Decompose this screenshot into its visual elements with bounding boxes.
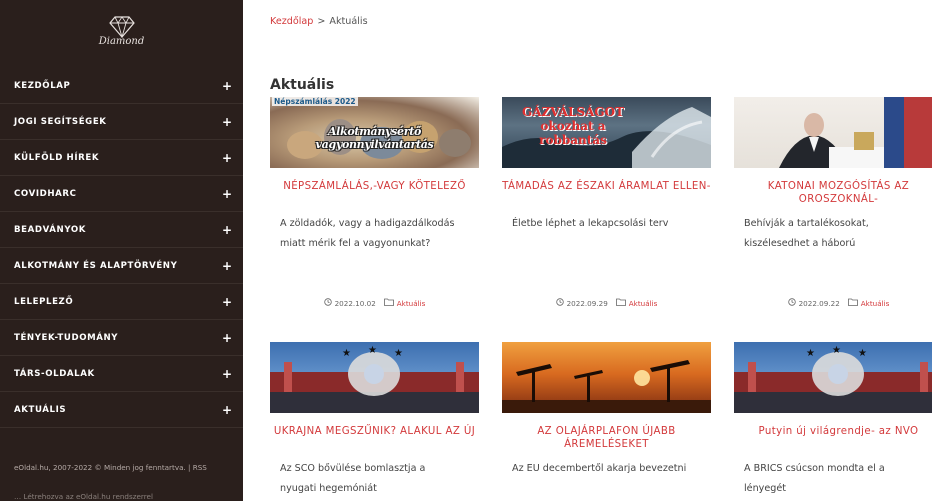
article-card: ★ ★ ★ UKRAJNA MEGSZŰNIK? ALAKUL AZ ÚJ Az… bbox=[270, 342, 479, 501]
article-title-link[interactable]: NÉPSZÁMLÁLÁS,-VAGY KÖTELEZŐ bbox=[270, 181, 479, 194]
menu-item-beadvanyok[interactable]: BEADVÁNYOK + bbox=[0, 212, 243, 248]
menu-item-jogi-segitsegek[interactable]: JOGI SEGÍTSÉGEK + bbox=[0, 104, 243, 140]
menu-item-label: KÜLFÖLD HÍREK bbox=[14, 152, 100, 163]
article-card: AZ OLAJÁRPLAFON ÚJABB ÁREMELÉSEKET Az EU… bbox=[502, 342, 711, 501]
breadcrumb: Kezdőlap > Aktuális bbox=[270, 16, 368, 27]
menu-item-leleplezo[interactable]: LELEPLEZŐ + bbox=[0, 284, 243, 320]
menu-item-label: COVIDHARC bbox=[14, 188, 77, 199]
clock-icon bbox=[787, 298, 796, 306]
logo-text: Diamond bbox=[98, 35, 145, 47]
svg-text:★: ★ bbox=[368, 345, 377, 356]
site-logo[interactable]: Diamond bbox=[0, 0, 243, 60]
article-excerpt: Behívják a tartalékosokat, kiszélesedhet… bbox=[744, 218, 869, 249]
menu-item-aktualis[interactable]: AKTUÁLIS + bbox=[0, 392, 243, 428]
article-thumbnail[interactable]: GÁZVÁLSÁGOT okozhat a robbantás bbox=[502, 97, 711, 168]
article-date: 2022.09.29 bbox=[555, 298, 608, 308]
svg-text:★: ★ bbox=[858, 348, 867, 359]
expand-icon[interactable]: + bbox=[222, 368, 232, 380]
clock-icon bbox=[555, 298, 564, 306]
menu-item-covidharc[interactable]: COVIDHARC + bbox=[0, 176, 243, 212]
article-meta: 2022.09.22 Aktuális bbox=[734, 298, 932, 308]
breadcrumb-home-link[interactable]: Kezdőlap bbox=[270, 16, 313, 27]
expand-icon[interactable]: + bbox=[222, 296, 232, 308]
breadcrumb-separator: > bbox=[317, 16, 326, 27]
menu-item-tenyek-tudomany[interactable]: TÉNYEK-TUDOMÁNY + bbox=[0, 320, 243, 356]
svg-text:★: ★ bbox=[806, 348, 815, 359]
article-date: 2022.09.22 bbox=[787, 298, 840, 308]
folder-icon bbox=[383, 298, 394, 306]
expand-icon[interactable]: + bbox=[222, 152, 232, 164]
article-excerpt: Az EU decembertől akarja bevezetni bbox=[512, 463, 687, 474]
article-title-link[interactable]: AZ OLAJÁRPLAFON ÚJABB ÁREMELÉSEKET bbox=[502, 426, 711, 451]
article-category[interactable]: Aktuális bbox=[615, 298, 657, 308]
article-title-link[interactable]: UKRAJNA MEGSZŰNIK? ALAKUL AZ ÚJ bbox=[270, 426, 479, 439]
expand-icon[interactable]: + bbox=[222, 260, 232, 272]
menu-item-kezdolap[interactable]: KEZDŐLAP + bbox=[0, 68, 243, 104]
article-excerpt: A zöldadók, vagy a hadigazdálkodás miatt… bbox=[280, 218, 455, 249]
folder-icon bbox=[847, 298, 858, 306]
article-category[interactable]: Aktuális bbox=[847, 298, 889, 308]
menu-item-tars-oldalak[interactable]: TÁRS-OLDALAK + bbox=[0, 356, 243, 392]
expand-icon[interactable]: + bbox=[222, 224, 232, 236]
page: Diamond KEZDŐLAP + JOGI SEGÍTSÉGEK + KÜL… bbox=[0, 0, 932, 501]
expand-icon[interactable]: + bbox=[222, 332, 232, 344]
main-menu: KEZDŐLAP + JOGI SEGÍTSÉGEK + KÜLFÖLD HÍR… bbox=[0, 68, 243, 428]
expand-icon[interactable]: + bbox=[222, 188, 232, 200]
menu-item-label: LELEPLEZŐ bbox=[14, 296, 74, 307]
diamond-icon bbox=[108, 15, 135, 38]
image-caption-main: Alkotmánysértő vagyonnyilvántartás bbox=[315, 125, 434, 151]
svg-text:★: ★ bbox=[394, 348, 403, 359]
clock-icon bbox=[323, 298, 332, 306]
expand-icon[interactable]: + bbox=[222, 80, 232, 92]
image-caption-main: GÁZVÁLSÁGOT okozhat a robbantás bbox=[521, 105, 625, 147]
expand-icon[interactable]: + bbox=[222, 404, 232, 416]
article-thumbnail[interactable]: ★ ★ ★ bbox=[270, 342, 479, 413]
page-title: Aktuális bbox=[270, 77, 335, 93]
article-card: Népszámlálás 2022 Alkotmánysértő vagyonn… bbox=[270, 97, 479, 312]
article-title-link[interactable]: Putyin új világrendje- az NVO bbox=[734, 426, 932, 439]
article-meta: 2022.10.02 Aktuális bbox=[270, 298, 479, 308]
article-card: GÁZVÁLSÁGOT okozhat a robbantás TÁMADÁS … bbox=[502, 97, 711, 312]
main-content: Kezdőlap > Aktuális Aktuális Népszámlálás … bbox=[243, 0, 932, 501]
article-excerpt: Életbe léphet a lekapcsolási terv bbox=[512, 218, 669, 229]
article-thumbnail[interactable]: Népszámlálás 2022 Alkotmánysértő vagyonn… bbox=[270, 97, 479, 168]
menu-item-label: ALKOTMÁNY ÉS ALAPTÖRVÉNY bbox=[14, 260, 178, 271]
svg-text:★: ★ bbox=[342, 348, 351, 359]
folder-icon bbox=[615, 298, 626, 306]
image-caption-top: Népszámlálás 2022 bbox=[272, 97, 358, 106]
article-excerpt: Az SCO bővülése bomlasztja a nyugati heg… bbox=[280, 463, 426, 494]
menu-item-kulfold-hirek[interactable]: KÜLFÖLD HÍREK + bbox=[0, 140, 243, 176]
menu-item-label: JOGI SEGÍTSÉGEK bbox=[14, 116, 107, 127]
menu-item-label: TÉNYEK-TUDOMÁNY bbox=[14, 332, 119, 343]
article-date: 2022.10.02 bbox=[323, 298, 376, 308]
article-card: KATONAI MOZGÓSÍTÁS AZ OROSZOKNÁL- Behívj… bbox=[734, 97, 932, 312]
article-title-link[interactable]: KATONAI MOZGÓSÍTÁS AZ OROSZOKNÁL- bbox=[734, 181, 932, 206]
sidebar: Diamond KEZDŐLAP + JOGI SEGÍTSÉGEK + KÜL… bbox=[0, 0, 243, 501]
article-excerpt: A BRICS csúcson mondta el a lényegét bbox=[744, 463, 885, 494]
article-thumbnail[interactable]: ★ ★ ★ bbox=[734, 342, 932, 413]
menu-item-label: AKTUÁLIS bbox=[14, 404, 67, 415]
article-title-link[interactable]: TÁMADÁS AZ ÉSZAKI ÁRAMLAT ELLEN- bbox=[502, 181, 711, 194]
menu-item-label: BEADVÁNYOK bbox=[14, 224, 86, 235]
expand-icon[interactable]: + bbox=[222, 116, 232, 128]
article-thumbnail[interactable] bbox=[502, 342, 711, 413]
article-thumbnail[interactable] bbox=[734, 97, 932, 168]
breadcrumb-current: Aktuális bbox=[329, 16, 368, 27]
article-category[interactable]: Aktuális bbox=[383, 298, 425, 308]
menu-item-label: KEZDŐLAP bbox=[14, 80, 71, 91]
footer-copyright: eOldal.hu, 2007-2022 © Minden jog fennta… bbox=[14, 463, 207, 472]
footer-powered-by: … Létrehozva az eOldal.hu rendszerrel bbox=[14, 492, 153, 501]
article-card: ★ ★ ★ Putyin új világrendje- az NVO A BR… bbox=[734, 342, 932, 501]
article-meta: 2022.09.29 Aktuális bbox=[502, 298, 711, 308]
svg-text:★: ★ bbox=[832, 345, 841, 356]
menu-item-alkotmany[interactable]: ALKOTMÁNY ÉS ALAPTÖRVÉNY + bbox=[0, 248, 243, 284]
menu-item-label: TÁRS-OLDALAK bbox=[14, 368, 95, 379]
